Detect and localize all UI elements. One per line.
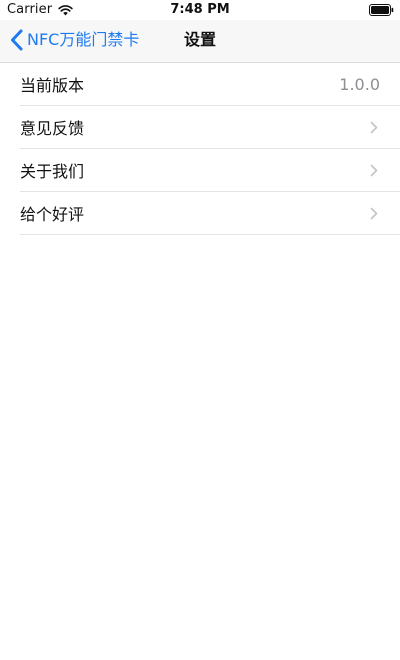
status-bar: Carrier 7:48 PM <box>0 0 400 20</box>
back-button-label: NFC万能门禁卡 <box>27 30 140 49</box>
list-item-label: 意见反馈 <box>20 119 85 138</box>
list-item-label: 当前版本 <box>20 76 85 95</box>
version-value: 1.0.0 <box>339 74 380 94</box>
chevron-right-icon <box>370 121 378 134</box>
navigation-bar: NFC万能门禁卡 设置 <box>0 20 400 63</box>
settings-list: 当前版本 1.0.0 意见反馈 关于我们 给个好评 <box>0 63 400 235</box>
battery-icon <box>369 4 394 16</box>
list-item-label: 给个好评 <box>20 205 85 224</box>
chevron-right-icon <box>370 207 378 220</box>
chevron-left-icon <box>11 29 23 51</box>
list-item-version: 当前版本 1.0.0 <box>20 63 400 106</box>
chevron-right-icon <box>370 164 378 177</box>
list-item-feedback[interactable]: 意见反馈 <box>20 106 400 149</box>
back-button[interactable]: NFC万能门禁卡 <box>10 29 139 51</box>
list-item-rate-app[interactable]: 给个好评 <box>20 192 400 235</box>
status-time: 7:48 PM <box>170 2 230 17</box>
list-item-label: 关于我们 <box>20 162 85 181</box>
list-item-about-us[interactable]: 关于我们 <box>20 149 400 192</box>
